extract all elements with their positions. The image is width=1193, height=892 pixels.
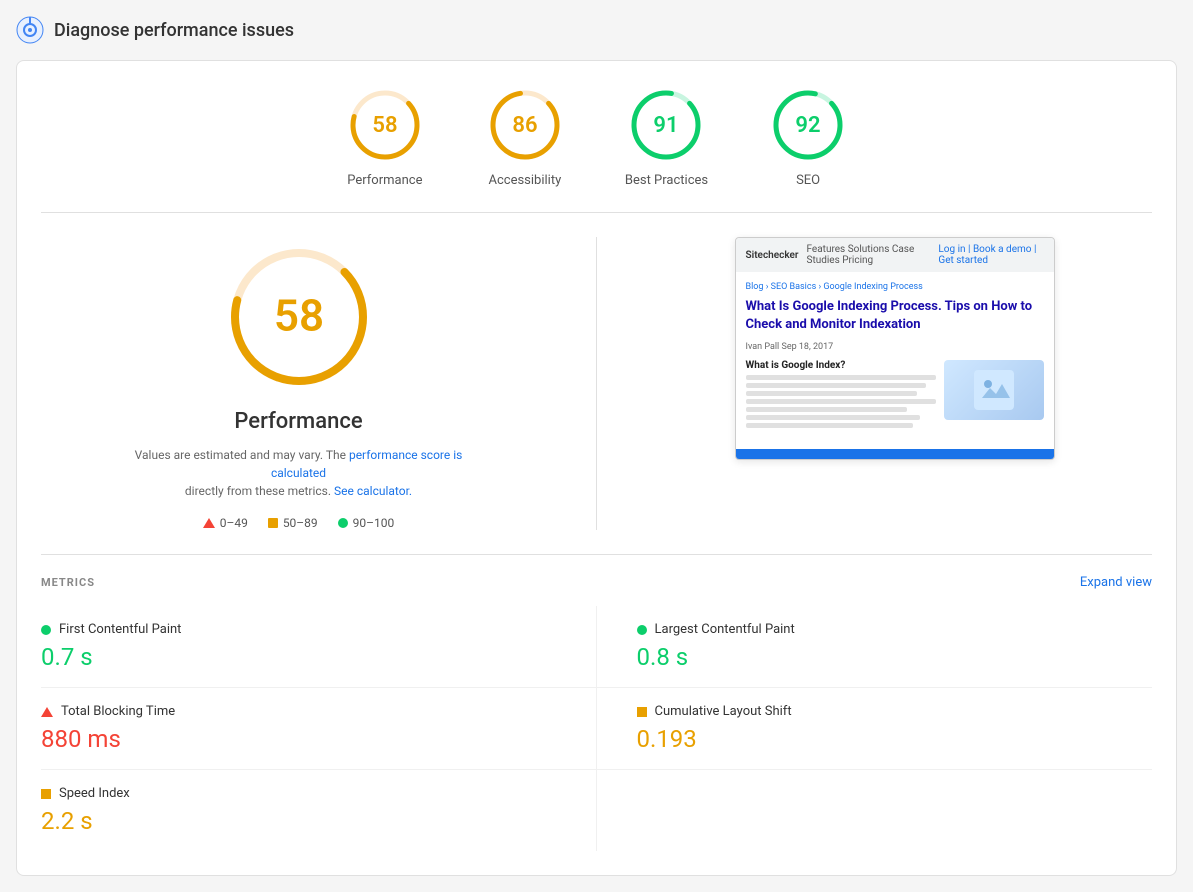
svg-text:58: 58 xyxy=(372,113,397,138)
ss-section-heading: What is Google Index? xyxy=(746,360,936,371)
main-card: 58 Performance 86 Accessibility 91 xyxy=(16,60,1177,876)
left-panel: 58 Performance Values are estimated and … xyxy=(41,237,556,530)
main-content-area: 58 Performance Values are estimated and … xyxy=(41,237,1152,530)
fail-triangle-icon xyxy=(203,518,215,528)
good-circle-icon xyxy=(338,518,348,528)
cls-indicator-icon xyxy=(637,707,647,717)
right-panel: Sitechecker Features Solutions Case Stud… xyxy=(637,237,1152,530)
fcp-indicator-icon xyxy=(41,625,51,635)
score-label-performance: Performance xyxy=(347,173,422,188)
page-title: Diagnose performance issues xyxy=(54,20,294,41)
ss-article-image xyxy=(944,360,1044,420)
cls-label: Cumulative Layout Shift xyxy=(655,704,792,719)
legend-item-good: 90–100 xyxy=(338,516,395,530)
metric-lcp-name-row: Largest Contentful Paint xyxy=(637,622,1153,637)
fcp-value: 0.7 s xyxy=(41,643,556,671)
ss-text-placeholder xyxy=(746,375,936,428)
svg-text:92: 92 xyxy=(796,113,821,138)
gauge-accessibility: 86 xyxy=(485,85,565,165)
ss-breadcrumb: Blog › SEO Basics › Google Indexing Proc… xyxy=(746,282,1044,292)
svg-text:86: 86 xyxy=(512,113,537,138)
metric-cls-name-row: Cumulative Layout Shift xyxy=(637,704,1153,719)
diagnose-icon xyxy=(16,16,44,44)
tbt-label: Total Blocking Time xyxy=(61,704,175,719)
legend-item-average: 50–89 xyxy=(268,516,318,530)
si-label: Speed Index xyxy=(59,786,130,801)
metric-fcp: First Contentful Paint 0.7 s xyxy=(41,606,597,688)
tbt-indicator-icon xyxy=(41,707,53,717)
lcp-value: 0.8 s xyxy=(637,643,1153,671)
values-note: Values are estimated and may vary. The p… xyxy=(129,446,469,500)
big-score-label: Performance xyxy=(234,409,362,434)
screenshot-header-bar: Sitechecker Features Solutions Case Stud… xyxy=(736,238,1054,272)
metrics-header: METRICS Expand view xyxy=(41,575,1152,590)
metric-tbt-name-row: Total Blocking Time xyxy=(41,704,556,719)
scores-row: 58 Performance 86 Accessibility 91 xyxy=(41,85,1152,213)
legend-row: 0–49 50–89 90–100 xyxy=(203,516,395,530)
gauge-performance: 58 xyxy=(345,85,425,165)
tbt-value: 880 ms xyxy=(41,725,556,753)
lcp-label: Largest Contentful Paint xyxy=(655,622,795,637)
ss-auth-btns: Log in | Book a demo | Get started xyxy=(938,244,1043,266)
screenshot-body: Blog › SEO Basics › Google Indexing Proc… xyxy=(736,272,1054,441)
page-screenshot: Sitechecker Features Solutions Case Stud… xyxy=(735,237,1055,460)
metrics-title: METRICS xyxy=(41,576,95,589)
metric-lcp: Largest Contentful Paint 0.8 s xyxy=(597,606,1153,688)
ss-site-name: Sitechecker xyxy=(746,250,799,261)
see-calculator-link[interactable]: See calculator. xyxy=(334,484,412,498)
cls-value: 0.193 xyxy=(637,725,1153,753)
ss-article-title: What Is Google Indexing Process. Tips on… xyxy=(746,298,1044,334)
score-item-accessibility: 86 Accessibility xyxy=(485,85,565,188)
metric-cls: Cumulative Layout Shift 0.193 xyxy=(597,688,1153,770)
score-item-seo: 92 SEO xyxy=(768,85,848,188)
score-label-best-practices: Best Practices xyxy=(625,173,708,188)
ss-article-meta: Ivan Pall Sep 18, 2017 xyxy=(746,342,1044,352)
lcp-indicator-icon xyxy=(637,625,647,635)
ss-nav-items: Features Solutions Case Studies Pricing xyxy=(807,244,931,266)
score-label-seo: SEO xyxy=(796,173,820,188)
fcp-label: First Contentful Paint xyxy=(59,622,181,637)
legend-good-range: 90–100 xyxy=(353,516,395,530)
ss-page-footer xyxy=(735,449,1055,460)
big-gauge-performance: 58 xyxy=(219,237,379,397)
metrics-section: METRICS Expand view First Contentful Pai… xyxy=(41,554,1152,851)
ss-right-col xyxy=(944,360,1044,431)
score-item-performance: 58 Performance xyxy=(345,85,425,188)
svg-text:91: 91 xyxy=(654,113,679,138)
metric-si: Speed Index 2.2 s xyxy=(41,770,597,851)
gauge-seo: 92 xyxy=(768,85,848,165)
si-indicator-icon xyxy=(41,789,51,799)
legend-item-fail: 0–49 xyxy=(203,516,248,530)
ss-content-row: What is Google Index? xyxy=(746,360,1044,431)
si-value: 2.2 s xyxy=(41,807,556,835)
legend-average-range: 50–89 xyxy=(283,516,318,530)
average-square-icon xyxy=(268,518,278,528)
legend-fail-range: 0–49 xyxy=(220,516,248,530)
score-item-best-practices: 91 Best Practices xyxy=(625,85,708,188)
metrics-grid: First Contentful Paint 0.7 s Largest Con… xyxy=(41,606,1152,851)
svg-text:58: 58 xyxy=(273,290,323,342)
metric-tbt: Total Blocking Time 880 ms xyxy=(41,688,597,770)
metric-si-name-row: Speed Index xyxy=(41,786,556,801)
gauge-best-practices: 91 xyxy=(626,85,706,165)
score-label-accessibility: Accessibility xyxy=(488,173,561,188)
ss-left-col: What is Google Index? xyxy=(746,360,936,431)
metric-fcp-name-row: First Contentful Paint xyxy=(41,622,556,637)
expand-view-button[interactable]: Expand view xyxy=(1080,575,1152,590)
vertical-divider xyxy=(596,237,597,530)
